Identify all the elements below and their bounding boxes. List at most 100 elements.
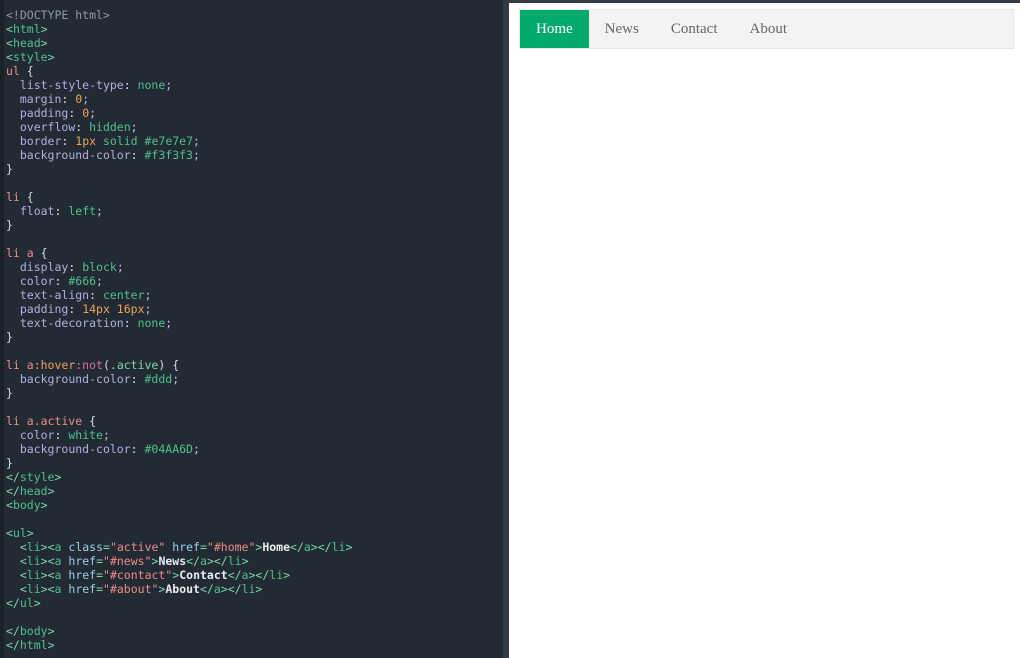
code-token-punc: > [48,50,55,64]
code-token-punc: < [6,526,13,540]
nav-link-contact[interactable]: Contact [655,10,734,48]
code-token-val: none [138,78,166,92]
code-editor-pane[interactable]: <!DOCTYPE html><html><head><style>ul { l… [0,0,509,658]
code-token-punc: ></ [248,568,269,582]
code-token-plain [6,302,20,316]
code-line: <style> [6,50,501,64]
code-line: <li><a href="#news">News</a></li> [6,554,501,568]
code-token-punc: >< [41,582,55,596]
nav-link-about[interactable]: About [734,10,804,48]
code-token-punc: < [6,36,13,50]
code-token-tag: li [242,582,256,596]
code-token-punc: = [103,540,110,554]
code-token-prop: text-decoration [20,316,124,330]
code-token-semi: ; [165,78,172,92]
code-line [6,610,501,624]
code-line: ul { [6,64,501,78]
code-token-val: hidden [89,120,131,134]
code-line: <ul> [6,526,501,540]
code-line: <li><a href="#contact">Contact</a></li> [6,568,501,582]
code-token-attr: href [68,554,96,568]
code-line: border: 1px solid #e7e7e7; [6,134,501,148]
code-token-sel: ul [6,64,20,78]
code-token-semi: ; [82,92,89,106]
code-line [6,176,501,190]
code-token-semi: ; [96,204,103,218]
code-token-brace: : [124,316,138,330]
code-token-text: Home [262,540,290,554]
code-token-sel: li a.active [6,414,82,428]
code-token-plain [6,540,20,554]
code-text-area[interactable]: <!DOCTYPE html><html><head><style>ul { l… [6,8,501,652]
nav-item: Home [520,10,589,48]
code-token-brace: : [68,302,82,316]
code-token-tag: style [20,470,55,484]
code-token-semi: ; [131,120,138,134]
code-token-prop: color [20,274,55,288]
code-line: color: white; [6,428,501,442]
code-line: <head> [6,36,501,50]
code-token-punc: </ [6,470,20,484]
code-token-tag: ul [13,526,27,540]
code-token-tag: ul [20,596,34,610]
code-token-punc: >< [41,540,55,554]
code-token-punc: < [20,554,27,568]
nav-link-home[interactable]: Home [520,10,589,48]
code-line: </body> [6,624,501,638]
code-token-plain [6,428,20,442]
code-line: text-align: center; [6,288,501,302]
code-token-semi: ; [193,442,200,456]
code-line: margin: 0; [6,92,501,106]
code-token-punc: < [20,582,27,596]
code-token-tag: body [20,624,48,638]
code-line: background-color: #ddd; [6,372,501,386]
preview-nav-list: HomeNewsContactAbout [519,9,1014,49]
code-token-plain [6,442,20,456]
code-token-semi: ; [172,372,179,386]
code-line: background-color: #04AA6D; [6,442,501,456]
code-line: <li><a class="active" href="#home">Home<… [6,540,501,554]
code-token-punc: = [96,554,103,568]
code-token-punc: </ [6,484,20,498]
code-token-punc: >< [41,554,55,568]
code-token-punc: > [34,596,41,610]
code-token-prop: background-color [20,442,131,456]
code-token-punc: > [345,540,352,554]
code-token-doctype: <!DOCTYPE html> [6,8,110,22]
nav-link-news[interactable]: News [589,10,655,48]
code-token-semi: ; [193,148,200,162]
code-token-num: 1px [75,134,96,148]
code-line: </head> [6,484,501,498]
code-token-prop: list-style-type [20,78,124,92]
code-token-tag: html [20,638,48,652]
code-token-prop: border [20,134,62,148]
code-token-brace: } [6,330,13,344]
code-token-semi: ; [89,106,96,120]
code-token-prop: background-color [20,148,131,162]
code-token-prop: text-align [20,288,89,302]
code-token-punc: > [283,568,290,582]
code-token-punc: > [48,484,55,498]
code-line: color: #666; [6,274,501,288]
code-line: } [6,386,501,400]
code-token-brace: } [6,218,13,232]
code-token-plain [6,554,20,568]
code-token-plain [6,134,20,148]
code-token-val: left [68,204,96,218]
code-token-text: About [165,582,200,596]
code-token-prop: padding [20,302,68,316]
code-token-brace: : [61,92,75,106]
code-line: } [6,162,501,176]
code-token-val: center [103,288,145,302]
code-token-punc: </ [290,540,304,554]
code-token-brace: } [6,386,13,400]
code-token-plain [34,246,41,260]
code-token-brace: : [131,148,145,162]
code-token-num: 14px 16px [82,302,144,316]
code-token-plain [6,78,20,92]
code-token-plain [6,372,20,386]
code-token-semi: ; [193,134,200,148]
code-token-brace: } [6,456,13,470]
code-token-punc: </ [186,554,200,568]
code-token-punc: </ [6,596,20,610]
